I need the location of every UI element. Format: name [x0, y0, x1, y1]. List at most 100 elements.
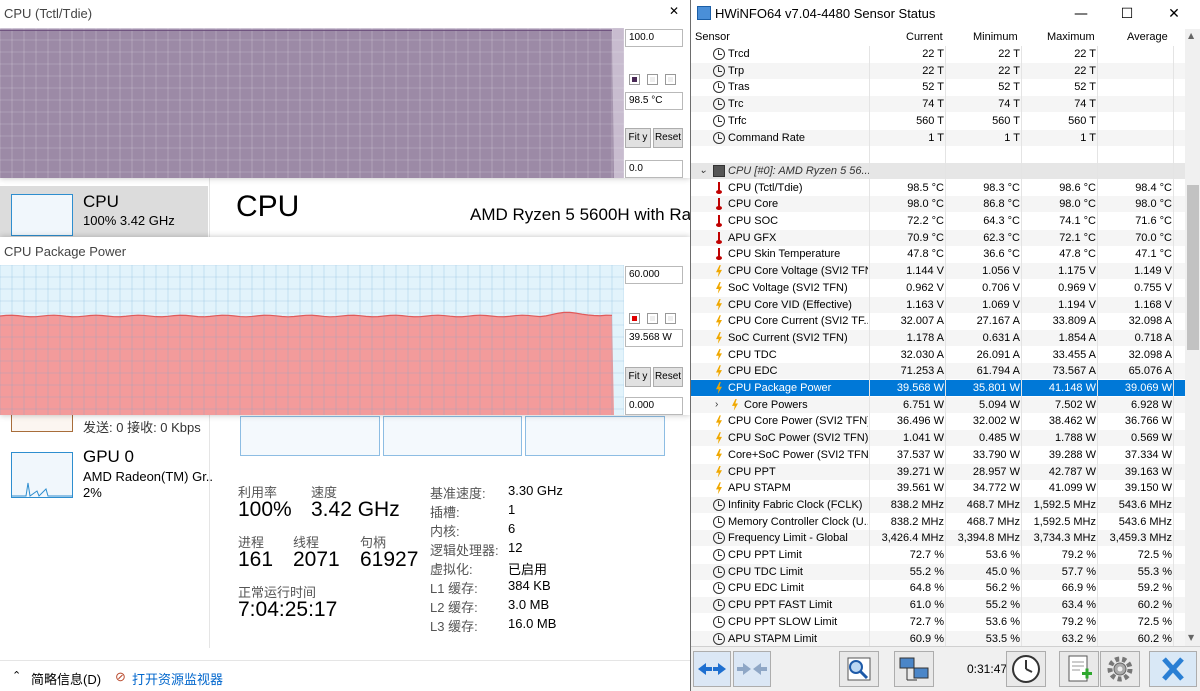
- sensor-row[interactable]: CPU Core Current (SVI2 TF... 32.007 A 27.1…: [691, 313, 1185, 329]
- spec-value: 16.0 MB: [508, 616, 557, 631]
- column-divider: [945, 46, 946, 646]
- value-min: 55.2 %: [985, 599, 1020, 612]
- color-swatch[interactable]: [629, 74, 640, 85]
- nav-arrows-inward-button[interactable]: [733, 651, 771, 687]
- lightning-icon: [713, 315, 725, 327]
- expand-row-icon[interactable]: ›: [715, 397, 718, 413]
- color-swatch[interactable]: [665, 313, 676, 324]
- spec-value: 3.0 MB: [508, 597, 550, 612]
- sensor-name: CPU TDC: [728, 348, 777, 361]
- sensor-row[interactable]: Memory Controller Clock (U... 838.2 MHz 46…: [691, 514, 1185, 530]
- close-sensors-button[interactable]: [1149, 651, 1197, 687]
- sensor-row[interactable]: Frequency Limit - Global 3,426.4 MHz 3,394…: [691, 530, 1185, 547]
- color-swatch[interactable]: [665, 74, 676, 85]
- sensor-row[interactable]: Trfc 560 T 560 T 560 T: [691, 113, 1185, 129]
- close-icon[interactable]: ✕: [669, 4, 679, 18]
- nav-arrows-button[interactable]: [693, 651, 731, 687]
- temperature-graph-window[interactable]: CPU (Tctl/Tdie) ✕ 100.0 98.5 °C Fit y Re…: [0, 0, 690, 178]
- sensor-row[interactable]: Trp 22 T 22 T 22 T: [691, 62, 1185, 79]
- title-bar[interactable]: HWiNFO64 v7.04-4480 Sensor Status — ☐ ✕: [691, 0, 1200, 29]
- sensor-row[interactable]: SoC Current (SVI2 TFN) 1.178 A 0.631 A 1.85…: [691, 329, 1185, 346]
- value-min: 35.801 W: [972, 382, 1020, 394]
- value-min: 34.772 W: [972, 482, 1020, 495]
- sensor-name: CPU PPT FAST Limit: [728, 599, 833, 612]
- value-avg: 37.334 W: [1124, 448, 1172, 461]
- value-avg: 39.069 W: [1124, 382, 1172, 394]
- column-minimum[interactable]: Minimum: [973, 31, 1018, 43]
- sensor-row[interactable]: SoC Voltage (SVI2 TFN) 0.962 V 0.706 V 0.96…: [691, 280, 1185, 296]
- color-swatch[interactable]: [629, 313, 640, 324]
- sensor-row[interactable]: CPU TDC Limit 55.2 % 45.0 % 57.7 % 55.3 %: [691, 563, 1185, 580]
- sensor-row[interactable]: CPU Package Power 39.568 W 35.801 W 41.148 …: [691, 380, 1185, 396]
- sensor-row[interactable]: CPU EDC 71.253 A 61.794 A 73.567 A 65.076 A: [691, 363, 1185, 380]
- reset-timer-button[interactable]: [1006, 651, 1046, 687]
- sensor-row[interactable]: CPU (Tctl/Tdie) 98.5 °C 98.3 °C 98.6 °C 98.4…: [691, 180, 1185, 196]
- sensor-row[interactable]: [691, 146, 1185, 162]
- sensor-row[interactable]: APU STAPM Limit 60.9 % 53.5 % 63.2 % 60.2 %: [691, 630, 1185, 646]
- sensor-row[interactable]: APU STAPM 39.561 W 34.772 W 41.099 W 39.150 …: [691, 480, 1185, 496]
- lightning-icon: [713, 482, 725, 494]
- scroll-up-icon[interactable]: ▲: [1188, 31, 1194, 40]
- sensor-row[interactable]: CPU Core 98.0 °C 86.8 °C 98.0 °C 98.0 °C: [691, 196, 1185, 213]
- open-resource-monitor-link[interactable]: 打开资源监视器: [132, 669, 223, 688]
- vertical-scrollbar[interactable]: ▲ ▼: [1185, 29, 1200, 646]
- minimize-button[interactable]: —: [1068, 4, 1094, 24]
- value-min: 98.3 °C: [983, 181, 1020, 194]
- scrollbar-thumb[interactable]: [1187, 185, 1199, 350]
- sensor-row[interactable]: › Core Powers 6.751 W 5.094 W 7.502 W 6.928 W: [691, 396, 1185, 413]
- sensor-row[interactable]: Command Rate 1 T 1 T 1 T: [691, 129, 1185, 146]
- sidebar-item-cpu[interactable]: CPU 100% 3.42 GHz: [0, 186, 208, 240]
- sensor-row[interactable]: CPU SOC 72.2 °C 64.3 °C 74.1 °C 71.6 °C: [691, 213, 1185, 229]
- sensor-row[interactable]: CPU PPT SLOW Limit 72.7 % 53.6 % 79.2 % 72.5…: [691, 614, 1185, 630]
- collapse-group-icon[interactable]: ⌄: [699, 163, 707, 179]
- sensor-row[interactable]: CPU TDC 32.030 A 26.091 A 33.455 A 32.098 A: [691, 347, 1185, 363]
- sensor-name: Memory Controller Clock (U...: [728, 515, 868, 528]
- sensor-row[interactable]: CPU PPT Limit 72.7 % 53.6 % 79.2 % 72.5 %: [691, 547, 1185, 563]
- sensor-row[interactable]: Infinity Fabric Clock (FCLK) 838.2 MHz 468…: [691, 496, 1185, 513]
- close-button[interactable]: ✕: [1161, 4, 1187, 24]
- sensor-row[interactable]: CPU PPT FAST Limit 61.0 % 55.2 % 63.4 % 60.2…: [691, 597, 1185, 614]
- color-swatch[interactable]: [647, 74, 658, 85]
- hwinfo-app-icon: [697, 6, 711, 20]
- column-average[interactable]: Average: [1127, 31, 1168, 43]
- collapse-icon[interactable]: ⌃: [12, 669, 21, 682]
- sensor-name: CPU EDC: [728, 365, 778, 378]
- sensor-row[interactable]: CPU PPT 39.271 W 28.957 W 42.787 W 39.163 W: [691, 463, 1185, 480]
- sensor-row[interactable]: Core+SoC Power (SVI2 TFN) 37.537 W 33.790 …: [691, 447, 1185, 463]
- sensor-row[interactable]: CPU Core Voltage (SVI2 TFN) 1.144 V 1.056 …: [691, 263, 1185, 280]
- sensor-name: Command Rate: [728, 131, 806, 144]
- sensor-row[interactable]: CPU Skin Temperature 47.8 °C 36.6 °C 47.8 °…: [691, 246, 1185, 262]
- brief-info-link[interactable]: 简略信息(D): [31, 669, 101, 688]
- color-swatch[interactable]: [647, 313, 658, 324]
- fit-y-button[interactable]: Fit y: [625, 367, 651, 387]
- thermometer-icon: [713, 181, 725, 194]
- value-avg: 543.6 MHz: [1118, 498, 1172, 511]
- graph-title: CPU Package Power: [4, 244, 127, 259]
- reset-button[interactable]: Reset: [653, 128, 683, 148]
- column-maximum[interactable]: Maximum: [1047, 31, 1095, 43]
- maximize-button[interactable]: ☐: [1114, 4, 1140, 24]
- settings-button[interactable]: [1100, 651, 1140, 687]
- value-max: 98.0 °C: [1059, 198, 1096, 211]
- scroll-down-icon[interactable]: ▼: [1188, 633, 1194, 642]
- sensor-row[interactable]: CPU EDC Limit 64.8 % 56.2 % 66.9 % 59.2 %: [691, 580, 1185, 596]
- sensor-report-button[interactable]: [839, 651, 879, 687]
- sensor-row[interactable]: CPU Core VID (Effective) 1.163 V 1.069 V 1.…: [691, 296, 1185, 313]
- sensor-row[interactable]: CPU Core Power (SVI2 TFN) 36.496 W 32.002 …: [691, 413, 1185, 429]
- sensor-row[interactable]: CPU SoC Power (SVI2 TFN) 1.041 W 0.485 W 1.…: [691, 430, 1185, 447]
- sensor-group-row[interactable]: ⌄ CPU [#0]: AMD Ryzen 5 56...: [691, 162, 1185, 179]
- column-current[interactable]: Current: [906, 31, 943, 43]
- fit-y-button[interactable]: Fit y: [625, 128, 651, 148]
- logging-button[interactable]: [1059, 651, 1099, 687]
- network-button[interactable]: [894, 651, 934, 687]
- graph-max-value: 100.0: [625, 29, 683, 47]
- sensor-row[interactable]: Trc 74 T 74 T 74 T: [691, 96, 1185, 113]
- sensor-row[interactable]: Trcd 22 T 22 T 22 T: [691, 46, 1185, 62]
- sensor-row[interactable]: APU GFX 70.9 °C 62.3 °C 72.1 °C 70.0 °C: [691, 229, 1185, 246]
- column-sensor[interactable]: Sensor: [695, 31, 730, 43]
- gpu-card-usage: 2%: [83, 485, 102, 500]
- reset-button[interactable]: Reset: [653, 367, 683, 387]
- resource-monitor-icon[interactable]: ⊘: [115, 669, 126, 685]
- sensor-row[interactable]: Tras 52 T 52 T 52 T: [691, 79, 1185, 95]
- power-graph-window[interactable]: CPU Package Power 60.000 39.568 W Fit y …: [0, 237, 690, 415]
